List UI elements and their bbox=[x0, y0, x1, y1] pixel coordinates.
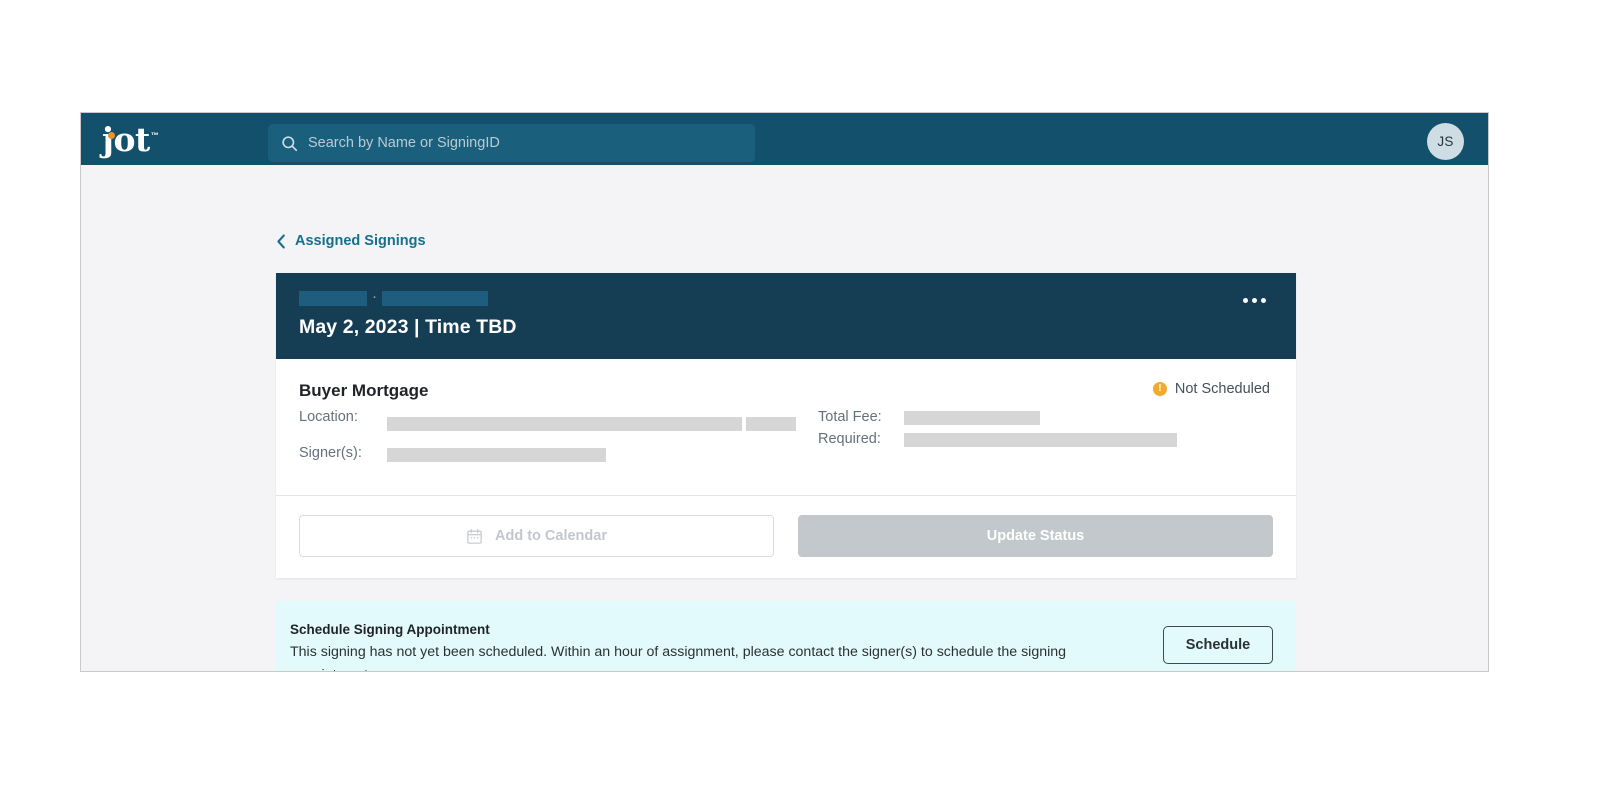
signing-type-title: Buyer Mortgage bbox=[299, 381, 429, 400]
kebab-dot bbox=[1243, 298, 1248, 303]
calendar-icon bbox=[466, 528, 483, 545]
logo-trademark-symbol: ™ bbox=[150, 130, 159, 140]
notice-text-block: Schedule Signing Appointment This signin… bbox=[290, 622, 1163, 671]
field-signers: Signer(s): bbox=[299, 445, 799, 462]
page-content: Assigned Signings · May 2, 2023 | Time T… bbox=[81, 165, 1488, 671]
signing-detail-card: · May 2, 2023 | Time TBD Buyer Mortgage … bbox=[276, 273, 1296, 578]
field-label: Location: bbox=[299, 409, 358, 425]
add-to-calendar-button[interactable]: Add to Calendar bbox=[299, 515, 774, 557]
status-label: Not Scheduled bbox=[1174, 381, 1270, 397]
status-badge: ! Not Scheduled bbox=[1152, 381, 1270, 397]
signing-date-time: May 2, 2023 | Time TBD bbox=[299, 316, 517, 338]
breadcrumb-label: Assigned Signings bbox=[295, 233, 426, 249]
screenshot-viewport: jot™ JS bbox=[0, 0, 1600, 800]
header-separator-dot: · bbox=[372, 288, 377, 305]
update-status-button[interactable]: Update Status bbox=[798, 515, 1273, 557]
search-bar[interactable] bbox=[268, 124, 755, 162]
schedule-button[interactable]: Schedule bbox=[1163, 626, 1273, 664]
redacted-block bbox=[382, 291, 488, 306]
field-total-fee: Total Fee: bbox=[818, 409, 1273, 425]
redacted-block bbox=[299, 291, 367, 306]
app-window: jot™ JS bbox=[80, 112, 1489, 672]
logo-wordmark: jot™ bbox=[102, 119, 159, 159]
user-avatar[interactable]: JS bbox=[1427, 123, 1464, 160]
breadcrumb-assigned-signings[interactable]: Assigned Signings bbox=[276, 233, 426, 249]
schedule-button-label: Schedule bbox=[1185, 637, 1251, 653]
update-status-label: Update Status bbox=[986, 528, 1085, 544]
redacted-value bbox=[904, 411, 1040, 425]
field-label: Total Fee: bbox=[818, 409, 882, 425]
kebab-dot bbox=[1252, 298, 1257, 303]
logo-orange-dot-icon bbox=[108, 131, 115, 139]
redacted-value bbox=[904, 433, 1177, 447]
logo-text-label: jot bbox=[102, 119, 150, 159]
signing-card-body: Buyer Mortgage ! Not Scheduled Location: bbox=[276, 359, 1296, 495]
kebab-dot bbox=[1261, 298, 1266, 303]
redacted-value bbox=[387, 417, 742, 431]
field-label: Required: bbox=[818, 431, 881, 447]
details-right-column: Total Fee: Required: bbox=[799, 409, 1273, 468]
top-navigation-bar: jot™ JS bbox=[81, 113, 1488, 165]
add-to-calendar-label: Add to Calendar bbox=[495, 528, 607, 544]
alert-exclamation-icon: ! bbox=[1152, 382, 1167, 396]
back-chevron-icon bbox=[276, 233, 286, 249]
redacted-value bbox=[746, 417, 797, 431]
field-label: Signer(s): bbox=[299, 445, 362, 461]
notice-body: This signing has not yet been scheduled.… bbox=[290, 644, 1067, 671]
jot-logo[interactable]: jot™ bbox=[102, 113, 194, 165]
notice-title: Schedule Signing Appointment bbox=[290, 622, 490, 637]
search-input[interactable] bbox=[308, 124, 755, 162]
header-redacted-info: · bbox=[299, 288, 1274, 306]
redacted-value bbox=[387, 448, 606, 462]
signing-card-actions: Add to Calendar Update Status bbox=[276, 495, 1296, 578]
signing-card-header: · May 2, 2023 | Time TBD bbox=[276, 273, 1296, 359]
field-required: Required: bbox=[818, 431, 1273, 447]
details-left-column: Location: Signer(s): bbox=[299, 409, 799, 468]
avatar-initials: JS bbox=[1437, 134, 1454, 149]
kebab-menu-icon[interactable] bbox=[1239, 294, 1270, 307]
field-location: Location: bbox=[299, 409, 799, 436]
signing-details: Location: Signer(s): Total Fee: Required… bbox=[299, 409, 1273, 468]
schedule-appointment-notice: Schedule Signing Appointment This signin… bbox=[276, 601, 1296, 671]
search-icon bbox=[281, 135, 298, 152]
